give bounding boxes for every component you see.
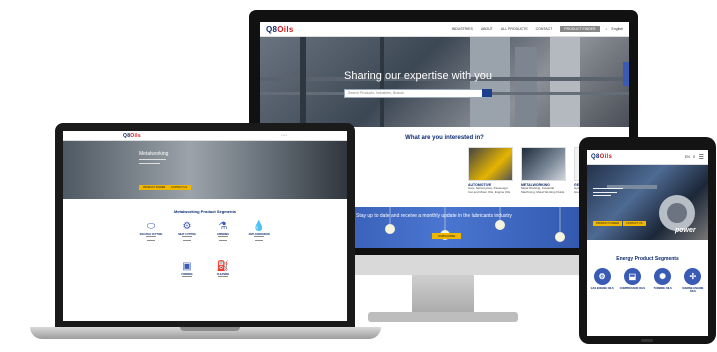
segment-text: ▬▬▬▬▬ ▬▬▬▬	[254, 236, 264, 242]
tablet-navbar: Q8Oils EN ⌕ ☰	[587, 150, 708, 165]
nav-link-contact[interactable]: CONTACT	[536, 27, 553, 31]
segment-turbine[interactable]: ✺ TURBINE OILS	[649, 268, 676, 293]
laptop-nav-links[interactable]: • • • •	[281, 134, 287, 137]
desktop-hero-title: Sharing our expertise with you	[344, 70, 492, 82]
segment-text: ▬▬▬▬▬	[182, 276, 192, 279]
card-metalworking[interactable]: METALWORKING Metal Working, Industrial M…	[521, 147, 566, 194]
laptop-screen: Q8Oils • • • • Metalworking ▬▬▬▬▬▬▬▬▬ ▬▬▬…	[63, 131, 347, 321]
tablet-contact-button[interactable]: CONTACT US	[623, 221, 646, 226]
desktop-search-button[interactable]	[482, 89, 492, 97]
segment-marine[interactable]: ✢ MARINE ENGINE OILS	[679, 268, 706, 293]
segment-gas-engine[interactable]: ⚙ GAS ENGINE OILS	[589, 268, 616, 293]
laptop-segment-grid: ⬭ SOLUBLE CUTTING ▬▬▬▬▬ ▬▬▬▬ ⚙ NEAT CUTTI…	[63, 221, 347, 280]
drops-icon: 💧	[252, 221, 266, 232]
segment-neat-cutting[interactable]: ⚙ NEAT CUTTING ▬▬▬▬▬ ▬▬▬▬	[173, 221, 201, 243]
monitor-stand	[412, 275, 474, 315]
tablet-segment-row: ⚙ GAS ENGINE OILS ⬓ COMPRESSOR OILS ✺ TU…	[587, 268, 708, 293]
flask-icon: ⚗	[218, 221, 228, 232]
laptop-navbar: Q8Oils • • • •	[63, 131, 347, 141]
card-text: Metal Working, Industrial Machining, Met…	[521, 186, 565, 194]
compressor-icon: ⬓	[623, 268, 641, 285]
segment-label: COMPRESSOR OILS	[619, 287, 646, 290]
segment-text: ▬▬▬▬▬ ▬▬▬▬	[182, 236, 192, 242]
tablet-product-finder-button[interactable]: PRODUCT FINDER	[593, 221, 623, 226]
laptop-product-finder-button[interactable]: PRODUCT FINDER	[139, 185, 170, 190]
search-icon[interactable]: ⌕	[693, 154, 696, 160]
segment-compressor[interactable]: ⬓ COMPRESSOR OILS	[619, 268, 646, 293]
card-automotive[interactable]: AUTOMOTIVE Cars, Motorcycles, Passenger …	[468, 147, 513, 194]
monitor-base	[368, 312, 518, 322]
segment-forming[interactable]: ▣ FORMING ▬▬▬▬▬	[173, 261, 201, 280]
desktop-navbar: Q8Oils INDUSTRIES ABOUT ALL PRODUCTS CON…	[260, 22, 629, 37]
car-parts-image	[468, 147, 513, 181]
laptop-section-title: Metalworking Product Segments	[173, 209, 236, 214]
laptop-hero: Metalworking ▬▬▬▬▬▬▬▬▬ ▬▬▬▬▬▬▬ PRODUCT FI…	[63, 141, 347, 199]
tablet-screen: Q8Oils EN ⌕ ☰ ▬▬▬▬▬▬▬▬▬▬ ▬▬▬▬▬▬▬▬ ▬▬▬▬▬▬ P…	[587, 150, 708, 336]
side-tab[interactable]	[623, 62, 629, 86]
tablet-home-button[interactable]	[641, 339, 653, 342]
turbine-icon: ✺	[654, 268, 672, 285]
segment-label: GAS ENGINE OILS	[590, 287, 614, 290]
segment-label: MARINE ENGINE OILS	[682, 287, 704, 293]
laptop-notch	[180, 327, 240, 331]
tablet-section-title: Energy Product Segments	[616, 256, 679, 262]
tablet-hero: ▬▬▬▬▬▬▬▬▬▬ ▬▬▬▬▬▬▬▬ ▬▬▬▬▬▬ PRODUCT FINDER …	[587, 165, 708, 240]
tablet-language[interactable]: EN	[685, 155, 690, 159]
tablet-hero-text: ▬▬▬▬▬▬▬▬▬▬ ▬▬▬▬▬▬▬▬ ▬▬▬▬▬▬	[593, 186, 623, 198]
segment-anti-corrosion[interactable]: 💧 ANTI-CORROSION ▬▬▬▬▬ ▬▬▬▬	[245, 221, 273, 243]
propeller-icon: ✢	[684, 268, 702, 285]
segment-grinding[interactable]: ⚗ GRINDING ▬▬▬▬▬ ▬▬▬▬	[209, 221, 237, 243]
language-selector[interactable]: English	[612, 27, 623, 31]
oilcan-icon: ⛽	[216, 261, 230, 273]
segment-text: ▬▬▬▬▬	[218, 276, 228, 279]
card-text: Cars, Motorcycles, Passenger Car and Mot…	[468, 186, 511, 194]
segment-text: ▬▬▬▬▬ ▬▬▬▬	[218, 236, 228, 242]
segment-cleaning[interactable]: ⛽ CLEANING ▬▬▬▬▬	[209, 261, 237, 280]
nav-link-about[interactable]: ABOUT	[481, 27, 493, 31]
press-icon: ▣	[182, 261, 192, 273]
desktop-hero: Sharing our expertise with you Search Pr…	[260, 37, 629, 127]
segment-text: ▬▬▬▬▬ ▬▬▬▬	[146, 236, 156, 242]
segment-label: TURBINE OILS	[653, 287, 672, 290]
product-finder-button[interactable]: PRODUCT FINDER	[560, 26, 600, 32]
desktop-logo[interactable]: Q8Oils	[266, 25, 294, 34]
laptop-logo[interactable]: Q8Oils	[123, 133, 141, 139]
power-badge: power	[675, 227, 696, 234]
subscribe-button[interactable]: SUBSCRIBE	[432, 233, 462, 239]
desktop-search-input[interactable]: Search Products, Industries, Brands	[344, 89, 485, 98]
refinery-image	[260, 37, 629, 127]
laptop-hero-text: ▬▬▬▬▬▬▬▬▬ ▬▬▬▬▬▬▬	[139, 157, 166, 165]
segment-soluble-cutting[interactable]: ⬭ SOLUBLE CUTTING ▬▬▬▬▬ ▬▬▬▬	[137, 221, 165, 243]
tablet-logo[interactable]: Q8Oils	[591, 154, 612, 160]
engine-icon: ⚙	[593, 268, 611, 285]
nav-link-products[interactable]: ALL PRODUCTS	[501, 27, 528, 31]
nav-link-industries[interactable]: INDUSTRIES	[452, 27, 473, 31]
droplet-icon: ⬭	[146, 221, 156, 232]
metal-parts-image	[521, 147, 566, 181]
gear-icon: ⚙	[182, 221, 192, 232]
menu-icon[interactable]: ☰	[699, 154, 704, 161]
banner-text: Stay up to date and receive a monthly up…	[356, 213, 512, 219]
laptop-contact-button[interactable]: CONTACT US	[167, 185, 192, 190]
search-icon[interactable]: ⌕	[606, 27, 608, 31]
